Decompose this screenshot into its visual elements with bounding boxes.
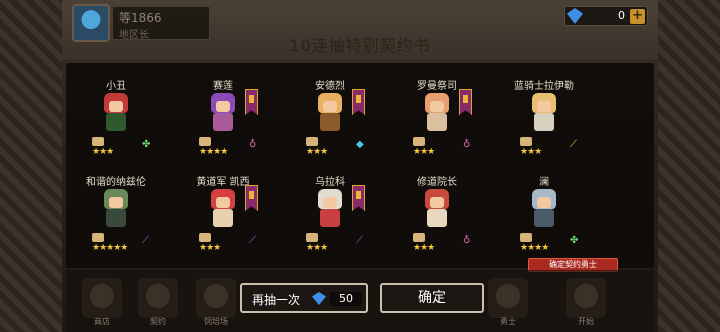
hero-card[interactable]: 蓝骑士拉伊勒 ★★★ ⟋ (490, 63, 598, 163)
currency-value: 0 (618, 9, 625, 22)
scroll-icon (199, 137, 211, 146)
hero-grid: 小丑 ★★★ ✤ 赛莲 ★★★★ ♁ 安德烈 ★★★ ◆ 罗曼祭司 ★★★ ♁ 蓝骑士拉伊勒 ★★★ ⟋ 和谐… (66, 63, 654, 268)
diamond-icon (567, 8, 583, 24)
hero-card[interactable]: 修道院长 ★★★ ♁ (383, 159, 491, 259)
scroll-icon (413, 137, 425, 146)
add-currency-button[interactable]: + (630, 9, 645, 24)
hero-stars: ★★★★ (520, 243, 549, 253)
hero-card[interactable]: 和谐的纳兹伦 ★★★★★ ⟋ (62, 159, 170, 259)
hero-card[interactable]: 乌拉科 ★★★ ⟋ (276, 159, 384, 259)
rare-banner-icon (245, 89, 258, 115)
hero-name: 和谐的纳兹伦 (86, 177, 146, 188)
element-icon: ♁ (249, 139, 257, 150)
currency-display: 0 + (564, 6, 648, 26)
page-title: 10连抽特别契约书 (289, 36, 431, 55)
rare-banner-icon (352, 89, 365, 115)
element-icon: ✤ (570, 235, 579, 246)
scroll-icon (92, 233, 104, 242)
nav-label: 商店 (94, 317, 110, 326)
diamond-icon (312, 292, 326, 305)
element-icon: ⟋ (249, 235, 256, 246)
rare-banner-icon (352, 185, 365, 211)
hero-stars: ★★★ (199, 243, 221, 253)
hero-name: 修道院长 (417, 177, 457, 188)
hero-sprite (314, 189, 346, 229)
scroll-icon (306, 137, 318, 146)
hero-sprite (100, 189, 132, 229)
hero-card[interactable]: 罗曼祭司 ★★★ ♁ (383, 63, 491, 163)
hero-name: 黄道军 凯西 (196, 177, 250, 188)
hero-sprite (100, 93, 132, 133)
hero-stars: ★★★★★ (92, 243, 128, 253)
redraw-button[interactable]: 再抽一次 50 (240, 283, 368, 313)
hero-name: 小丑 (106, 81, 126, 92)
element-icon: ✤ (142, 139, 151, 150)
hero-stars: ★★★ (306, 147, 328, 157)
element-icon: ♁ (463, 235, 471, 246)
hero-sprite (528, 93, 560, 133)
scroll-icon (306, 233, 318, 242)
player-name: 等1866 (119, 11, 162, 25)
element-icon: ◆ (356, 139, 364, 150)
nav-label: 开始 (578, 317, 594, 326)
nav-label: 勇士 (500, 317, 516, 326)
element-icon: ⟋ (570, 139, 577, 150)
scroll-icon (92, 137, 104, 146)
rare-banner-icon (245, 185, 258, 211)
hero-stars: ★★★★ (199, 147, 228, 157)
scroll-icon (199, 233, 211, 242)
rare-banner-icon (459, 89, 472, 115)
scroll-icon (413, 233, 425, 242)
contract-icon[interactable] (138, 278, 178, 318)
hero-stars: ★★★ (92, 147, 114, 157)
hero-card[interactable]: 安德烈 ★★★ ◆ (276, 63, 384, 163)
hero-sprite (207, 93, 239, 133)
hero-card[interactable]: 黄道军 凯西 ★★★ ⟋ (169, 159, 277, 259)
hero-name: 澜 (539, 177, 549, 188)
redraw-label: 再抽一次 (252, 293, 301, 307)
hero-sprite (314, 93, 346, 133)
redraw-cost: 50 (330, 292, 362, 306)
element-icon: ⟋ (356, 235, 363, 246)
shop-icon[interactable] (82, 278, 122, 318)
hero-stars: ★★★ (520, 147, 542, 157)
hero-sprite (528, 189, 560, 229)
hero-stars: ★★★ (306, 243, 328, 253)
hero-card[interactable]: 小丑 ★★★ ✤ (62, 63, 170, 163)
hero-name: 安德烈 (315, 81, 345, 92)
nav-label: 契约 (150, 317, 166, 326)
hero-card[interactable]: 赛莲 ★★★★ ♁ (169, 63, 277, 163)
hero-name: 罗曼祭司 (417, 81, 457, 92)
result-panel: 小丑 ★★★ ✤ 赛莲 ★★★★ ♁ 安德烈 ★★★ ◆ 罗曼祭司 ★★★ ♁ 蓝骑士拉伊勒 ★★★ ⟋ 和谐… (66, 62, 654, 268)
hero-card[interactable]: 澜 ★★★★ ✤ (490, 159, 598, 259)
hero-stars: ★★★ (413, 243, 435, 253)
start-icon[interactable] (566, 278, 606, 318)
element-icon: ♁ (463, 139, 471, 150)
element-icon: ⟋ (142, 235, 149, 246)
hero-name: 赛莲 (213, 81, 233, 92)
scroll-icon (520, 137, 532, 146)
farm-icon[interactable] (196, 278, 236, 318)
hero-sprite (421, 93, 453, 133)
nav-label: 饲培场 (204, 317, 228, 326)
confirm-button[interactable]: 确定 (380, 283, 484, 313)
hero-sprite (207, 189, 239, 229)
hero-sprite (421, 189, 453, 229)
hero-icon[interactable] (488, 278, 528, 318)
hero-stars: ★★★ (413, 147, 435, 157)
hero-name: 蓝骑士拉伊勒 (514, 81, 574, 92)
hero-name: 乌拉科 (315, 177, 345, 188)
scroll-icon (520, 233, 532, 242)
